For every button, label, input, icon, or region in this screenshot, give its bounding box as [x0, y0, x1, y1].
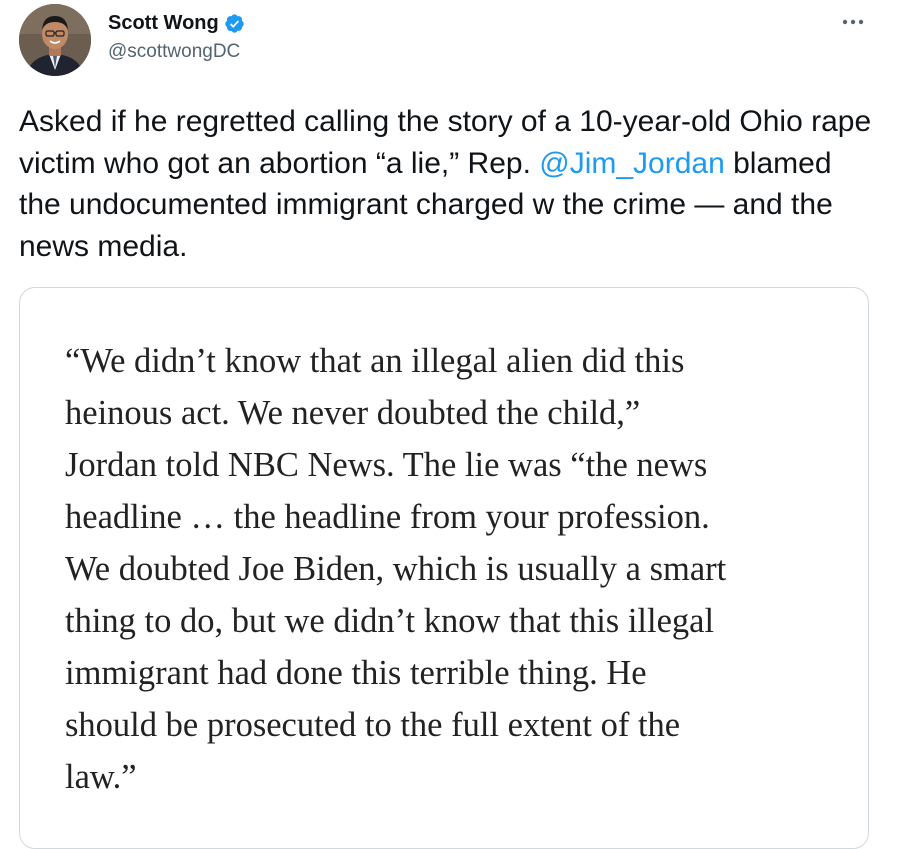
mention-link[interactable]: @Jim_Jordan — [539, 147, 725, 180]
tweet-text: Asked if he regretted calling the story … — [19, 101, 879, 267]
quote-line: immigrant had done this terrible thing. … — [65, 654, 647, 692]
quote-line: Jordan told NBC News. The lie was “the n… — [65, 446, 708, 484]
quote-line: “We didn’t know that an illegal alien di… — [65, 342, 685, 380]
verified-badge-icon — [224, 13, 245, 34]
quote-line: headline … the headline from your profes… — [65, 498, 710, 536]
author-handle[interactable]: @scottwongDC — [108, 41, 240, 63]
avatar-image — [19, 4, 91, 76]
quote-line: heinous act. We never doubted the child,… — [65, 394, 641, 432]
quote-text-image: “We didn’t know that an illegal alien di… — [65, 335, 825, 803]
avatar[interactable] — [19, 4, 91, 76]
author-name-row: Scott Wong — [108, 10, 245, 36]
quote-line: should be prosecuted to the full extent … — [65, 706, 681, 744]
quote-line: law.” — [65, 758, 137, 796]
quote-line: thing to do, but we didn’t know that thi… — [65, 602, 715, 640]
media-card[interactable]: “We didn’t know that an illegal alien di… — [19, 287, 869, 849]
more-options-icon[interactable] — [841, 10, 865, 34]
tweet: Scott Wong @scottwongDC Asked if he regr… — [0, 0, 903, 849]
author-display-name[interactable]: Scott Wong — [108, 12, 219, 35]
quote-line: We doubted Joe Biden, which is usually a… — [65, 550, 727, 588]
